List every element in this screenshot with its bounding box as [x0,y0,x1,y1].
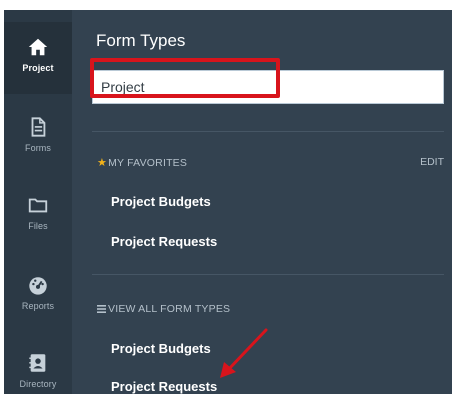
nav-item-label: Project [22,63,54,73]
panel-title: Form Types [96,31,186,50]
home-icon [28,38,48,56]
nav-item-forms[interactable]: Forms [4,102,72,174]
all-form-types-heading-label: VIEW ALL FORM TYPES [108,303,231,315]
nav-item-files[interactable]: Files [4,180,72,252]
document-icon [31,117,46,137]
left-nav-rail: Project Forms Files Reports Directory [4,10,72,394]
nav-item-label: Reports [21,301,55,311]
search-box [92,70,444,104]
contact-book-icon [29,354,46,372]
form-type-item[interactable]: Project Requests [111,379,217,394]
nav-item-reports[interactable]: Reports [4,260,72,332]
form-types-panel: Form Types ★ MY FAVORITES EDIT Project B… [72,10,452,394]
form-type-item[interactable]: Project Budgets [111,341,211,356]
star-icon: ★ [97,157,108,169]
gauge-icon [29,277,47,295]
nav-item-label: Forms [25,143,51,153]
favorite-item[interactable]: Project Budgets [111,194,211,209]
favorite-item[interactable]: Project Requests [111,234,217,249]
nav-item-project[interactable]: Project [4,22,72,94]
edit-favorites-button[interactable]: EDIT [420,156,444,168]
form-type-search-input[interactable] [101,74,431,100]
divider [92,274,444,275]
list-icon [97,305,106,313]
divider [92,131,444,132]
favorites-heading-label: MY FAVORITES [108,156,188,169]
all-form-types-heading: VIEW ALL FORM TYPES [97,303,230,315]
nav-item-directory[interactable]: Directory [4,338,72,394]
folder-icon [28,198,48,213]
nav-item-label: Directory [19,379,57,389]
nav-item-label: Files [28,221,48,231]
favorites-heading: ★ MY FAVORITES [97,156,188,170]
app-frame: Project Forms Files Reports Directory Fo… [4,10,452,394]
